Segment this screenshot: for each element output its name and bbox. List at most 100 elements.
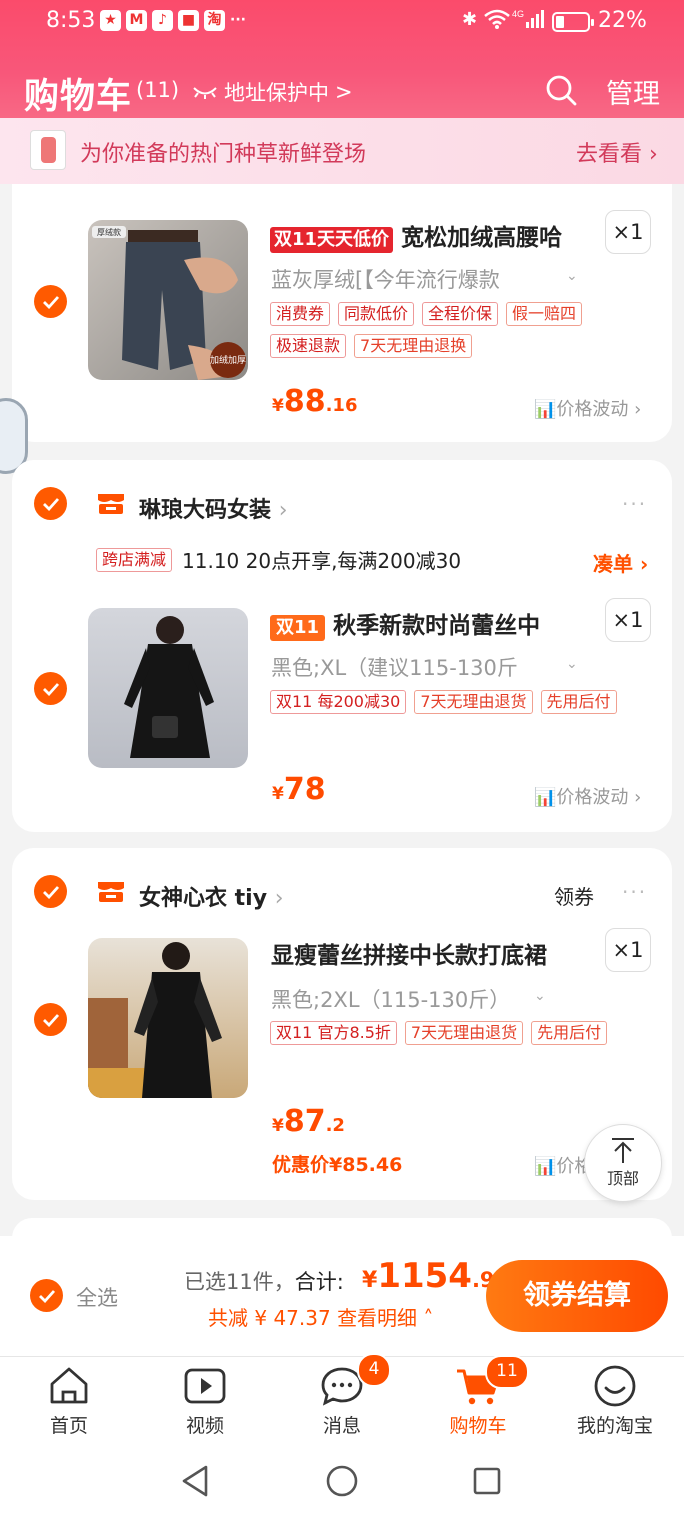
service-tag: 先用后付 — [540, 690, 617, 714]
promo-banner[interactable]: 为你准备的热门种草新鲜登场 去看看 › — [0, 118, 684, 184]
tab-label: 首页 — [49, 1415, 88, 1437]
price-trend-link[interactable]: 📊价格波动 › — [534, 395, 641, 421]
checkout-bar: 全选 已选11件，合计: ¥1154.99 共减 ¥ 47.37 查看明细 ˄ … — [0, 1236, 684, 1356]
tab-home[interactable]: 首页 — [14, 1361, 124, 1438]
chevron-right-icon: › — [278, 498, 288, 523]
notification-app-icon: ■ — [178, 10, 199, 31]
tab-my-taobao[interactable]: 我的淘宝 — [560, 1361, 670, 1438]
chevron-down-icon[interactable]: ⌄ — [566, 268, 578, 284]
quantity-button[interactable]: ×1 — [605, 928, 651, 972]
store-checkbox[interactable] — [34, 875, 67, 908]
sku-selector[interactable]: 黑色;XL（建议115-130斤 — [271, 652, 518, 682]
tab-label: 消息 — [322, 1415, 361, 1437]
system-navigation-bar — [0, 1440, 684, 1520]
total-integer: 1154 — [377, 1256, 472, 1296]
quantity-button[interactable]: ×1 — [605, 598, 651, 642]
savings-amount: 共减 ¥ 47.37 — [208, 1306, 331, 1330]
search-icon[interactable] — [545, 74, 577, 106]
store-name[interactable]: 女神心衣 tiy › — [139, 880, 284, 912]
item-checkbox[interactable] — [34, 672, 67, 705]
back-triangle-icon[interactable] — [180, 1464, 210, 1498]
currency-symbol: ¥ — [272, 396, 284, 416]
product-tags: 双11 每200减30 7天无理由退货 先用后付 — [270, 690, 650, 714]
manage-button[interactable]: 管理 — [606, 72, 660, 111]
product-tags: 双11 官方8.5折 7天无理由退货 先用后付 — [270, 1021, 650, 1045]
cart-store-card: 琳琅大码女装 › ··· 跨店满减 11.10 20点开享,每满200减30 凑… — [12, 460, 672, 832]
product-title[interactable]: 双11 秋季新款时尚蕾丝中 — [270, 606, 540, 641]
product-image[interactable] — [88, 938, 248, 1098]
promo-go-link[interactable]: 去看看 › — [576, 136, 658, 168]
promo-go-label: 去看看 — [576, 142, 643, 167]
item-checkbox[interactable] — [34, 1003, 67, 1036]
service-tag: 消费券 — [270, 302, 331, 326]
more-notifications-icon: ··· — [230, 12, 246, 28]
notification-app-icon: M — [126, 10, 147, 31]
chevron-down-icon[interactable]: ⌄ — [566, 656, 578, 672]
service-tag: 同款低价 — [338, 302, 415, 326]
battery-percent: 22% — [598, 8, 647, 33]
store-name-text: 女神心衣 tiy — [139, 886, 268, 911]
tab-cart[interactable]: 购物车 11 — [423, 1355, 533, 1438]
price-trend-label: 价格波动 — [556, 787, 629, 808]
select-all-checkbox[interactable] — [30, 1279, 63, 1312]
service-tag: 极速退款 — [270, 334, 347, 358]
status-time: 8:53 — [46, 8, 96, 33]
arrow-up-icon — [612, 1138, 634, 1163]
signal-icon: 4G — [512, 9, 544, 28]
back-to-top-label: 顶部 — [606, 1169, 639, 1188]
promo-text: 11.10 20点开享,每满200减30 — [182, 549, 462, 573]
title-tag: 双11天天低价 — [270, 227, 394, 253]
home-circle-icon[interactable] — [325, 1464, 359, 1498]
view-detail-label: 查看明细 — [337, 1306, 418, 1330]
message-badge: 4 — [357, 1353, 391, 1387]
sku-selector[interactable]: 黑色;2XL（115-130斤） — [271, 984, 510, 1014]
address-protection[interactable]: 地址保护中 > — [192, 77, 353, 107]
promo-thumbnail — [30, 130, 66, 170]
cart-badge: 11 — [485, 1355, 529, 1389]
battery-icon — [552, 12, 594, 32]
quantity-button[interactable]: ×1 — [605, 210, 651, 254]
product-title-text: 宽松加绒高腰哈 — [401, 225, 563, 251]
more-options-icon[interactable]: ··· — [622, 492, 647, 516]
store-icon — [98, 882, 124, 902]
more-options-icon[interactable]: ··· — [622, 880, 647, 904]
currency-symbol: ¥ — [272, 784, 284, 804]
tab-messages[interactable]: 消息 4 — [287, 1353, 397, 1438]
product-image[interactable] — [88, 608, 248, 768]
eye-closed-icon — [193, 87, 217, 99]
store-checkbox[interactable] — [34, 487, 67, 520]
wifi-icon — [484, 9, 510, 29]
service-tag: 假一赔四 — [506, 302, 583, 326]
item-checkbox[interactable] — [34, 285, 67, 318]
service-tag: 全程价保 — [422, 302, 499, 326]
chevron-right-icon: > — [335, 80, 353, 104]
price-integer: 87 — [283, 1104, 326, 1139]
sku-selector[interactable]: 蓝灰厚绒[【今年流行爆款 — [271, 264, 500, 294]
price-decimal: .16 — [325, 395, 358, 416]
currency-symbol: ¥ — [272, 1116, 284, 1136]
bundle-link[interactable]: 凑单 › — [593, 548, 648, 577]
tab-video[interactable]: 视频 — [150, 1361, 260, 1438]
product-title[interactable]: 显瘦蕾丝拼接中长款打底裙 — [271, 936, 547, 970]
service-tag: 7天无理由退换 — [354, 334, 473, 358]
checkout-button[interactable]: 领券结算 — [486, 1260, 668, 1332]
product-title[interactable]: 双11天天低价 宽松加绒高腰哈 — [270, 218, 562, 253]
back-to-top-button[interactable]: 顶部 — [584, 1124, 662, 1202]
chevron-down-icon[interactable]: ⌄ — [534, 988, 546, 1004]
select-all-label[interactable]: 全选 — [76, 1282, 118, 1312]
store-name[interactable]: 琳琅大码女装 › — [139, 492, 288, 524]
recents-square-icon[interactable] — [472, 1466, 502, 1496]
coupon-button[interactable]: 领券 — [554, 881, 594, 910]
savings-detail-link[interactable]: 共减 ¥ 47.37 查看明细 ˄ — [208, 1302, 433, 1331]
store-icon — [98, 494, 124, 514]
service-tag: 7天无理由退货 — [404, 1021, 524, 1045]
price-trend-label: 价格波动 — [556, 399, 629, 420]
product-image[interactable]: 厚绒款 加绒加厚 — [88, 220, 248, 380]
price-integer: 88 — [283, 384, 326, 419]
notification-app-icon: ★ — [100, 10, 121, 31]
service-tag: 先用后付 — [531, 1021, 608, 1045]
total-label: 合计: — [294, 1270, 344, 1294]
status-bar: 8:53 ★ M ♪ ■ 淘 ··· ✱ 4G 22% — [0, 0, 684, 44]
price-trend-link[interactable]: 📊价格波动 › — [534, 783, 641, 809]
service-tag: 7天无理由退货 — [414, 690, 533, 714]
